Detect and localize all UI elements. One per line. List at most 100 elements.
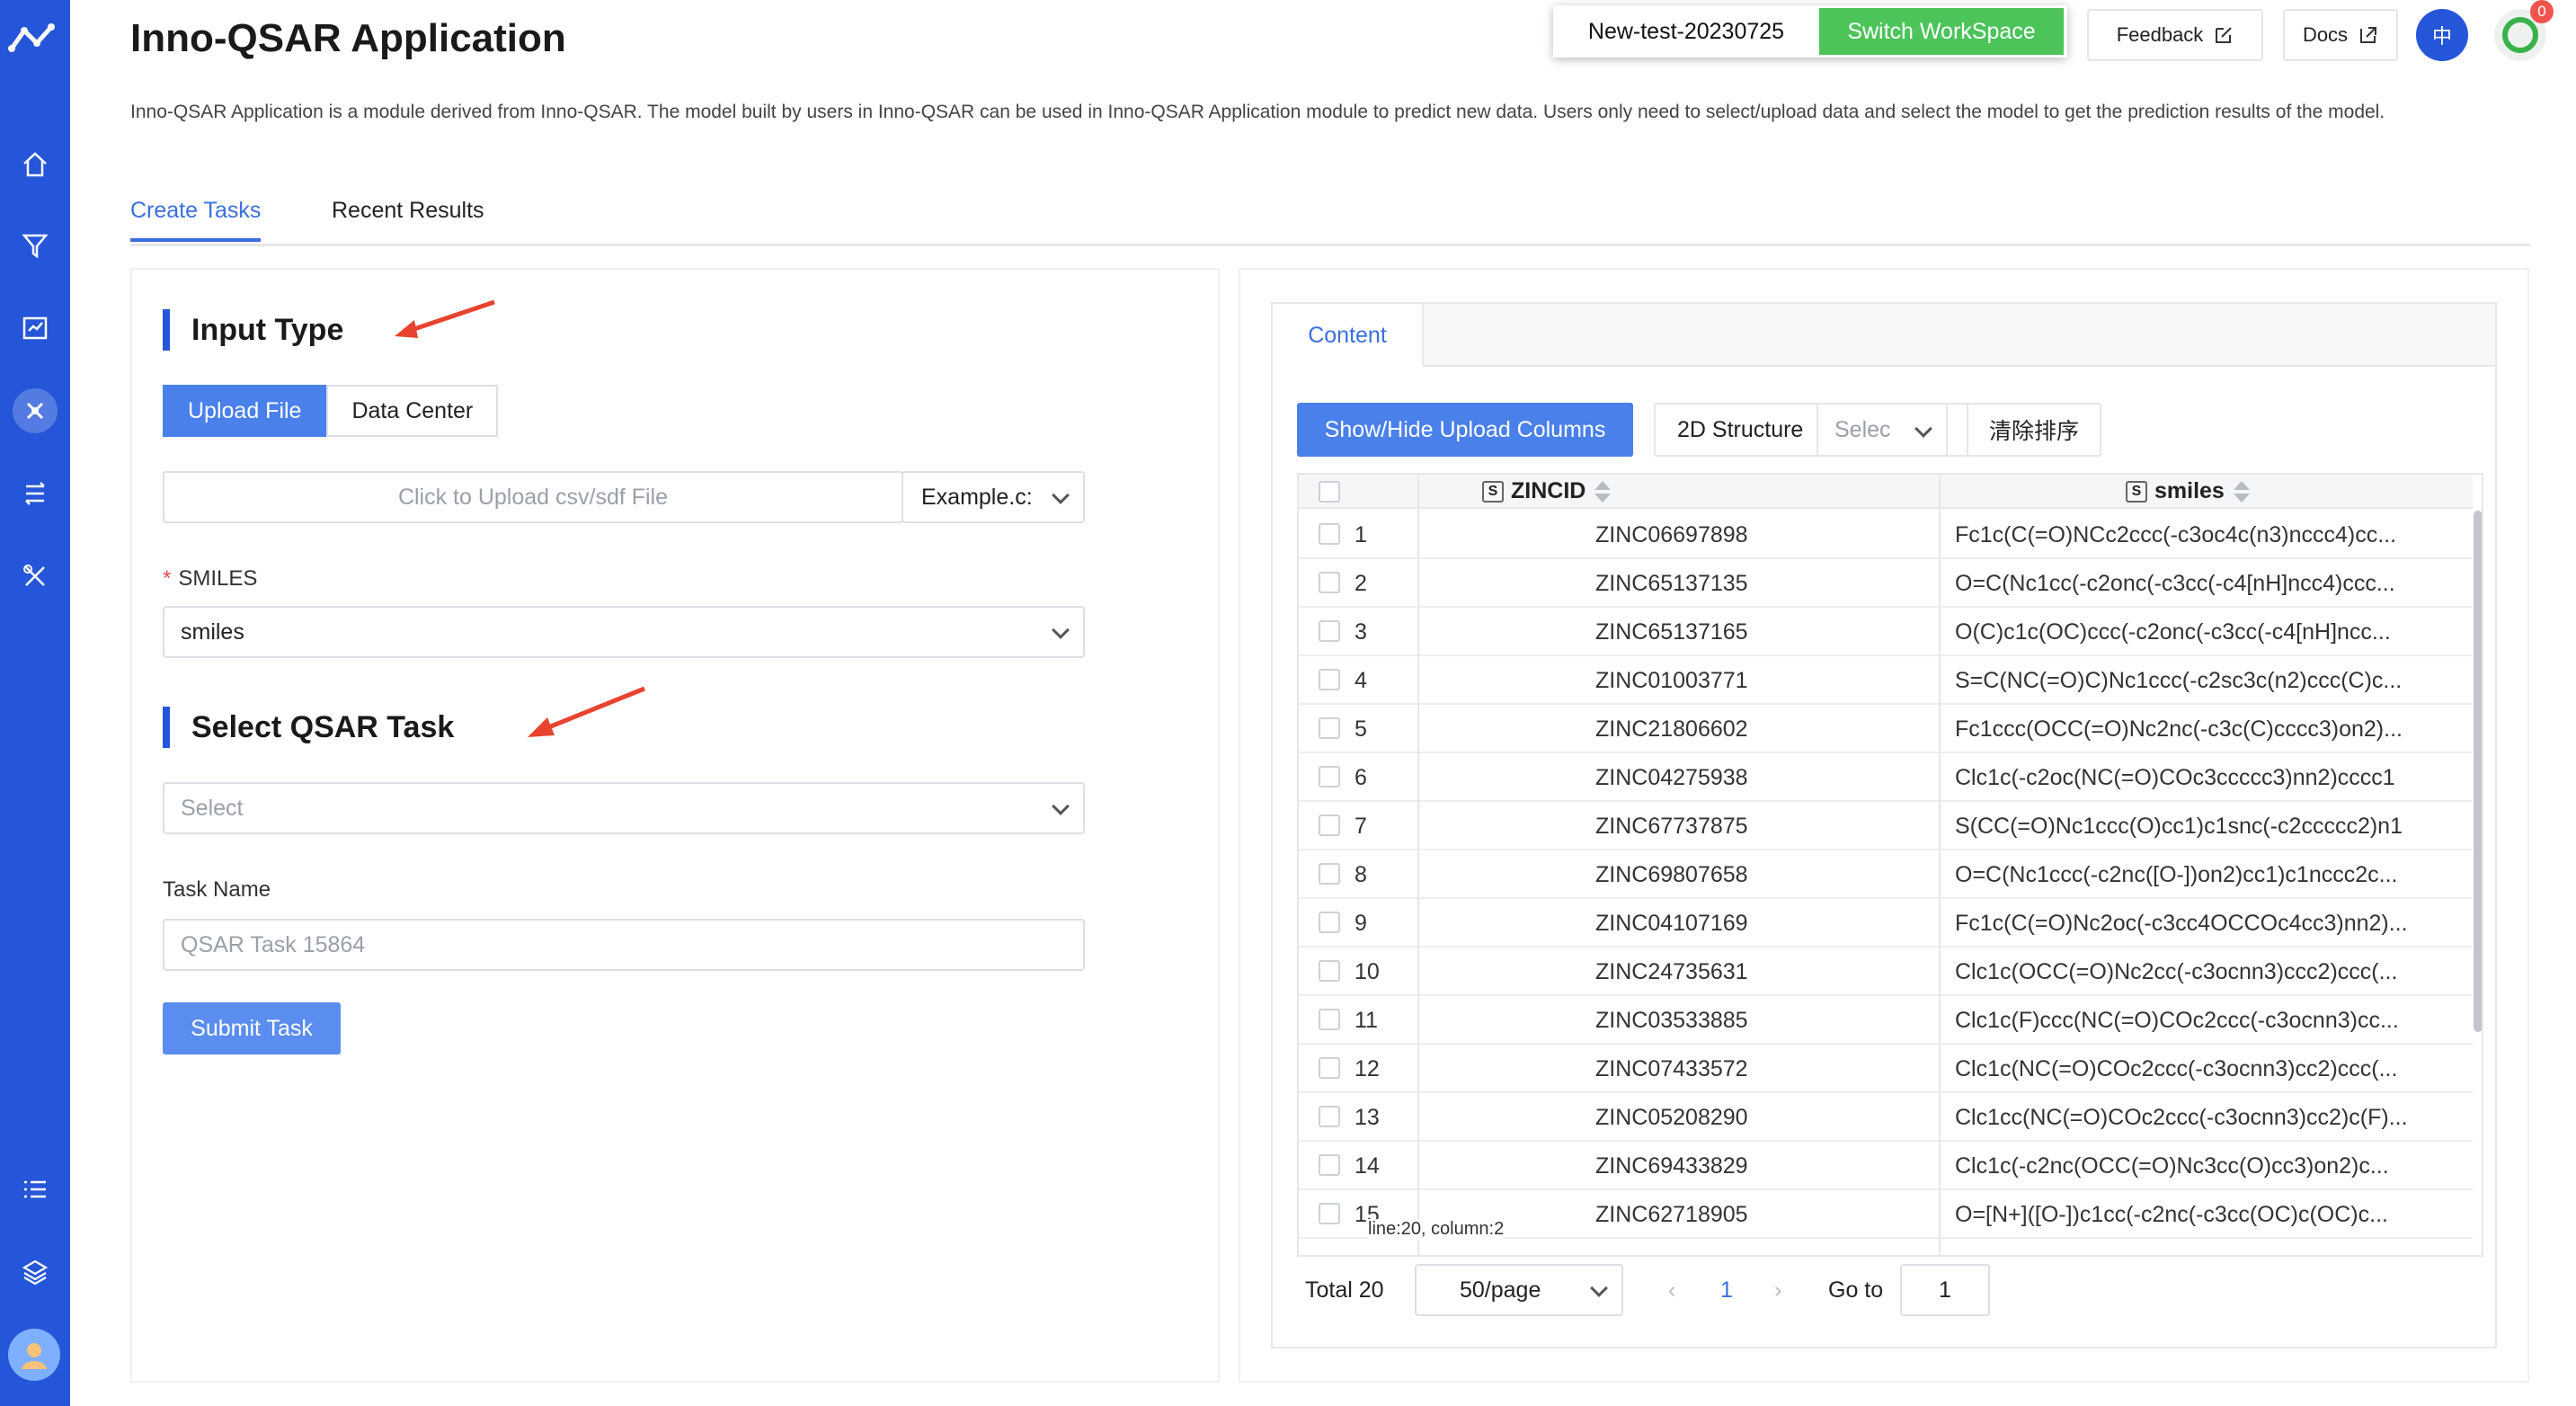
row-number: 1 — [1355, 522, 1367, 547]
column-smiles-label: smiles — [2154, 478, 2225, 503]
tools-icon[interactable] — [13, 554, 58, 599]
row-zincid: ZINC07433572 — [1595, 1056, 1748, 1081]
tab-recent-results[interactable]: Recent Results — [332, 198, 484, 238]
column-header-smiles[interactable]: Ssmiles — [2126, 478, 2250, 504]
row-checkbox[interactable] — [1319, 863, 1340, 885]
row-checkbox[interactable] — [1319, 1203, 1340, 1224]
application-icon[interactable] — [13, 388, 58, 433]
app-logo-icon[interactable] — [5, 13, 65, 63]
qsar-task-select[interactable]: Select — [163, 782, 1085, 834]
row-checkbox[interactable] — [1319, 960, 1340, 982]
row-smiles: O=C(Nc1ccc(-c2nc([O-])on2)cc1)c1nccc2c..… — [1955, 862, 2398, 887]
column-header-zincid[interactable]: S ZINCID — [1482, 478, 1612, 504]
table-row[interactable]: 10 ZINC24735631 Clc1c(OCC(=O)Nc2cc(-c3ocnn… — [1299, 948, 2473, 996]
table-row[interactable]: 1 ZINC06697898 Fc1c(C(=O)NCc2ccc(-c3oc4c(n… — [1299, 511, 2473, 559]
table-row[interactable]: 14 ZINC69433829 Clc1c(-c2nc(OCC(=O)Nc3cc(O… — [1299, 1142, 2473, 1190]
tab-content[interactable]: Content — [1273, 304, 1424, 367]
row-checkbox[interactable] — [1319, 1154, 1340, 1176]
example-file-select[interactable]: Example.c: — [902, 471, 1085, 523]
feedback-button[interactable]: Feedback — [2087, 9, 2263, 61]
row-checkbox[interactable] — [1319, 717, 1340, 739]
row-number: 11 — [1355, 1008, 1378, 1033]
table-row[interactable]: 12 ZINC07433572 Clc1c(NC(=O)COc2ccc(-c3ocn… — [1299, 1045, 2473, 1093]
smiles-label: * SMILES — [163, 566, 258, 591]
home-icon[interactable] — [13, 142, 58, 187]
row-checkbox[interactable] — [1319, 523, 1340, 545]
task-name-input[interactable]: QSAR Task 15864 — [163, 919, 1085, 971]
switch-workspace-button[interactable]: Switch WorkSpace — [1819, 8, 2064, 55]
table-scrollbar[interactable] — [2474, 511, 2482, 1032]
row-smiles: O=[N+]([O-])c1cc(-c2nc(-c3cc(OC)c(OC)c..… — [1955, 1202, 2388, 1227]
table-row[interactable]: 13 ZINC05208290 Clc1cc(NC(=O)COc2ccc(-c3oc… — [1299, 1093, 2473, 1142]
table-row[interactable]: 6 ZINC04275938 Clc1c(-c2oc(NC(=O)COc3ccccc… — [1299, 753, 2473, 802]
row-checkbox[interactable] — [1319, 814, 1340, 836]
row-checkbox[interactable] — [1319, 620, 1340, 642]
page-size-select[interactable]: 50/page — [1415, 1264, 1623, 1316]
prev-page-icon[interactable]: ‹ — [1668, 1264, 1675, 1316]
column-divider — [1417, 475, 1419, 1255]
chevron-down-icon — [1052, 797, 1070, 815]
chevron-down-icon — [1914, 420, 1932, 438]
table-row[interactable]: 2 ZINC65137135 O=C(Nc1cc(-c2onc(-c3cc(-c4[… — [1299, 559, 2473, 608]
table-row[interactable]: 4 ZINC01003771 S=C(NC(=O)C)Nc1ccc(-c2sc3c(… — [1299, 656, 2473, 705]
smiles-label-text: SMILES — [178, 566, 258, 591]
row-zincid: ZINC21806602 — [1595, 716, 1748, 742]
next-page-icon[interactable]: › — [1774, 1264, 1781, 1316]
row-checkbox[interactable] — [1319, 766, 1340, 788]
row-checkbox[interactable] — [1319, 912, 1340, 933]
table-row[interactable]: 7 ZINC67737875 S(CC(=O)Nc1ccc(O)cc1)c1snc(… — [1299, 802, 2473, 850]
table-row[interactable]: 3 ZINC65137165 O(C)c1c(OC)ccc(-c2onc(-c3cc… — [1299, 608, 2473, 656]
filter-icon[interactable] — [13, 223, 58, 268]
table-row[interactable]: 11 ZINC03533885 Clc1c(F)ccc(NC(=O)COc2ccc(… — [1299, 996, 2473, 1045]
row-checkbox[interactable] — [1319, 1106, 1340, 1127]
main-area: Inno-QSAR Application New-test-20230725 … — [70, 0, 2576, 1406]
table-row[interactable]: 8 ZINC69807658 O=C(Nc1ccc(-c2nc([O-])on2)c… — [1299, 850, 2473, 899]
row-number: 12 — [1355, 1056, 1380, 1081]
show-hide-columns-button[interactable]: Show/Hide Upload Columns — [1297, 403, 1633, 457]
row-smiles: O(C)c1c(OC)ccc(-c2onc(-c3cc(-c4[nH]ncc..… — [1955, 619, 2391, 645]
submit-task-button[interactable]: Submit Task — [163, 1002, 341, 1054]
table-row[interactable]: 5 ZINC21806602 Fc1ccc(OCC(=O)Nc2nc(-c3c(C)… — [1299, 705, 2473, 753]
row-checkbox[interactable] — [1319, 1057, 1340, 1079]
row-checkbox[interactable] — [1319, 1009, 1340, 1030]
clear-sort-button[interactable]: 清除排序 — [1967, 403, 2101, 457]
row-number: 8 — [1355, 862, 1367, 887]
upload-file-option[interactable]: Upload File — [163, 385, 327, 437]
chart-check-icon[interactable] — [13, 306, 58, 351]
select-all-checkbox[interactable] — [1319, 481, 1340, 503]
annotation-arrow — [395, 299, 495, 338]
sort-icon[interactable] — [2233, 481, 2250, 503]
tab-create-tasks[interactable]: Create Tasks — [130, 198, 262, 242]
smiles-column-select[interactable]: smiles — [163, 606, 1085, 658]
feedback-label: Feedback — [2116, 23, 2204, 46]
row-checkbox[interactable] — [1319, 572, 1340, 593]
row-zincid: ZINC03533885 — [1595, 1008, 1748, 1033]
row-smiles: S=C(NC(=O)C)Nc1ccc(-c2sc3c(n2)ccc(C)c... — [1955, 668, 2403, 693]
select-task-heading: Select QSAR Task — [163, 707, 454, 748]
language-toggle[interactable]: 中 — [2416, 9, 2468, 61]
docs-button[interactable]: Docs — [2283, 9, 2398, 61]
row-number: 14 — [1355, 1153, 1380, 1179]
row-number: 10 — [1355, 959, 1380, 984]
task-list-icon[interactable] — [13, 1167, 58, 1212]
row-checkbox[interactable] — [1319, 669, 1340, 690]
table-row[interactable]: 9 ZINC04107169 Fc1c(C(=O)Nc2oc(-c3cc4OCCOc… — [1299, 899, 2473, 948]
page-number[interactable]: 1 — [1720, 1264, 1733, 1316]
goto-page-input[interactable]: 1 — [1900, 1264, 1990, 1316]
row-smiles: S(CC(=O)Nc1ccc(O)cc1)c1snc(-c2ccccc2)n1 — [1955, 814, 2403, 839]
row-smiles: Fc1ccc(OCC(=O)Nc2nc(-c3c(C)cccc3)on2)... — [1955, 716, 2403, 742]
sort-icon[interactable] — [1594, 481, 1612, 503]
layers-icon[interactable] — [13, 1250, 58, 1295]
row-zincid: ZINC05208290 — [1595, 1105, 1748, 1130]
structure-select[interactable]: Selec — [1817, 403, 1948, 457]
row-smiles: Clc1c(NC(=O)COc2ccc(-c3ocnn3)cc2)ccc(... — [1955, 1056, 2398, 1081]
goto-label: Go to — [1828, 1277, 1884, 1303]
edit-icon — [2216, 27, 2233, 43]
data-center-option[interactable]: Data Center — [326, 385, 499, 437]
task-select-placeholder: Select — [181, 795, 244, 821]
user-avatar[interactable] — [8, 1329, 60, 1381]
smiles-select-value: smiles — [181, 618, 244, 645]
workflow-icon[interactable] — [13, 471, 58, 516]
upload-file-field[interactable]: Click to Upload csv/sdf File — [163, 471, 903, 523]
external-link-icon — [2360, 27, 2377, 43]
